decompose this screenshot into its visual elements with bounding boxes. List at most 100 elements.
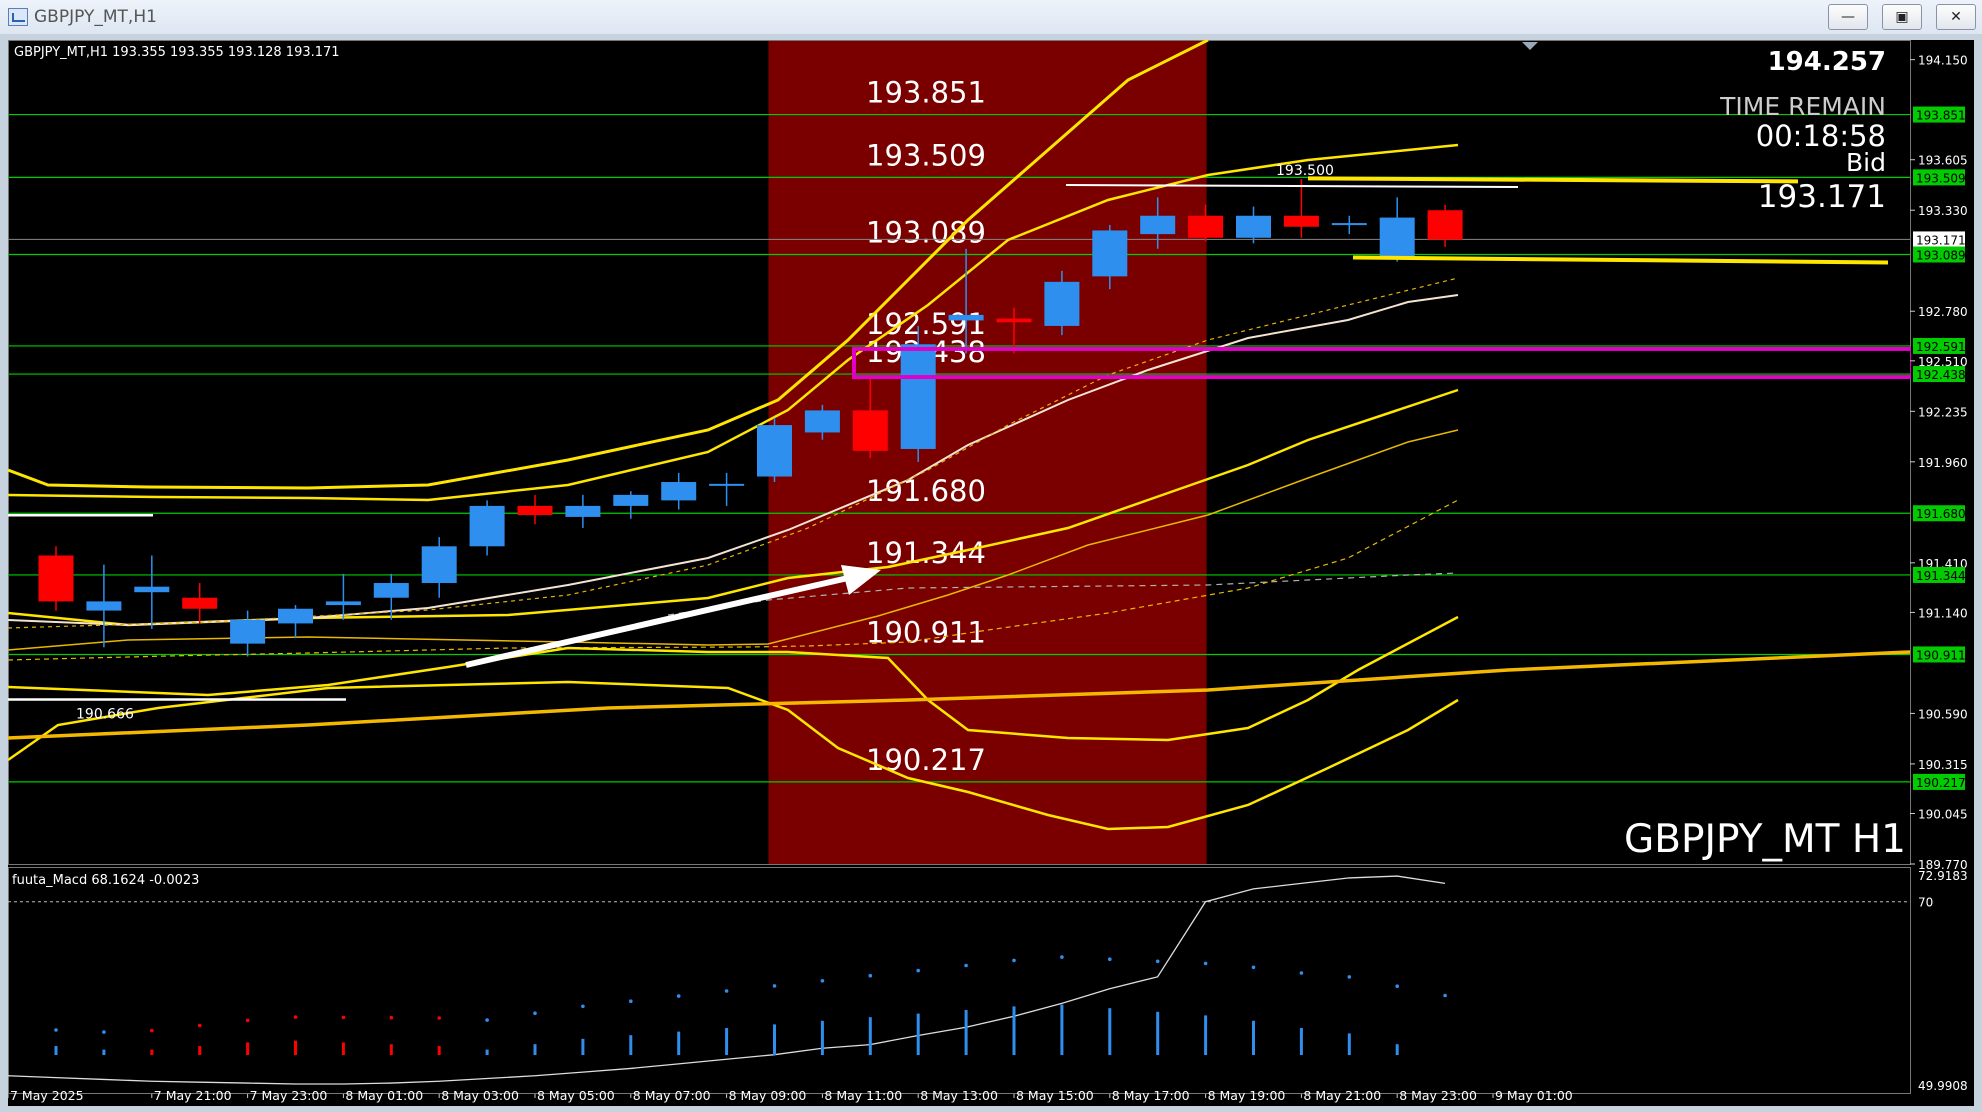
last-price-large: 194.257 — [1768, 47, 1886, 77]
macd-dot — [389, 1015, 394, 1020]
candle-bull — [661, 482, 697, 501]
macd-dot — [916, 968, 920, 973]
x-tick-label: 8 May 19:00 — [1208, 1088, 1286, 1103]
candle-bear — [38, 555, 74, 602]
price-chart[interactable]: 193.851 193.509 193.089 192.591 192.438 191.6… — [7, 38, 1974, 1106]
candle-bull — [1092, 230, 1128, 277]
y-tick-label: 190.315 — [1918, 758, 1968, 772]
x-tick-label: 8 May 09:00 — [729, 1088, 807, 1103]
candle-bear — [1283, 215, 1319, 227]
candle-bear — [182, 597, 218, 609]
macd-dot — [964, 963, 968, 968]
macd-dot — [1203, 961, 1208, 966]
chart-header-info: GBPJPY_MT,H1 193.355 193.355 193.128 193… — [14, 45, 340, 60]
window-titlebar: GBPJPY_MT,H1 — ▣ ✕ — [0, 0, 1982, 35]
middle-band-thin — [7, 429, 1459, 651]
time-remain-label: TIME REMAIN — [1719, 92, 1886, 121]
macd-dot — [629, 999, 633, 1003]
x-tick-label: 8 May 23:00 — [1399, 1088, 1477, 1103]
macd-dot — [1347, 975, 1352, 979]
level-label: 191.680 — [866, 474, 986, 508]
macd-scale-label: 70 — [1918, 896, 1933, 910]
macd-dot — [1060, 955, 1064, 959]
candle-bull — [900, 344, 936, 449]
y-tick-label: 193.605 — [1918, 154, 1968, 168]
level-price-tag-text: 190.911 — [1916, 648, 1966, 662]
x-tick-label: 8 May 13:00 — [920, 1088, 998, 1103]
macd-dot — [150, 1028, 154, 1033]
macd-dot — [724, 989, 729, 993]
candle-bull — [1044, 281, 1080, 326]
candle-bull — [804, 410, 840, 433]
level-price-tag-text: 190.217 — [1916, 776, 1966, 790]
level-price-tag-text: 191.344 — [1916, 569, 1966, 583]
chart-window-icon — [8, 8, 28, 26]
chart-area[interactable]: 193.851 193.509 193.089 192.591 192.438 191.6… — [7, 38, 1974, 1106]
level-price-tag-text: 193.851 — [1916, 109, 1966, 123]
x-tick-label: 8 May 07:00 — [633, 1088, 711, 1103]
candle-bear — [517, 505, 553, 516]
candle-bull — [278, 608, 313, 624]
y-tick-label: 192.235 — [1918, 405, 1968, 419]
candle-bull — [948, 314, 984, 321]
level-price-tag-text: 193.509 — [1916, 171, 1966, 185]
x-tick-label: 8 May 01:00 — [345, 1088, 423, 1103]
level-price-tag-text: 191.680 — [1916, 507, 1966, 521]
shift-marker-icon — [1522, 42, 1538, 50]
macd-dot — [1251, 965, 1256, 970]
macd-header: fuuta_Macd 68.1624 -0.0023 — [12, 873, 199, 888]
y-tick-label: 191.960 — [1918, 456, 1968, 470]
candle-bull — [613, 494, 649, 506]
minimize-button[interactable]: — — [1828, 4, 1868, 30]
x-tick-label: 9 May 01:00 — [1495, 1088, 1573, 1103]
macd-dot — [54, 1028, 58, 1032]
candle-bull — [1236, 215, 1271, 238]
x-tick-label: 7 May 2025 — [10, 1088, 84, 1103]
macd-dot — [772, 984, 777, 988]
x-tick-label: 8 May 05:00 — [537, 1088, 615, 1103]
level-price-tag-text: 192.591 — [1916, 340, 1966, 354]
macd-dot — [1012, 958, 1016, 963]
candle-bear — [852, 410, 888, 451]
candle-bull — [1379, 217, 1415, 257]
macd-dot — [1299, 971, 1304, 975]
candle-bear — [1427, 210, 1463, 240]
candle-bull — [1331, 223, 1367, 226]
middle-band-dashed — [7, 499, 1459, 661]
y-tick-label: 190.045 — [1918, 807, 1968, 821]
candle-bear — [1188, 215, 1224, 238]
macd-dot — [245, 1018, 250, 1023]
macd-dot — [293, 1015, 298, 1019]
low-marker-label: 190.666 — [76, 706, 134, 722]
macd-dot — [1155, 959, 1160, 964]
macd-dot — [102, 1030, 106, 1034]
candle-bull — [709, 483, 745, 486]
y-tick-label: 190.590 — [1918, 707, 1968, 721]
macd-dot — [1395, 984, 1399, 988]
window-title: GBPJPY_MT,H1 — [34, 7, 157, 27]
y-tick-label: 194.150 — [1918, 54, 1968, 68]
x-tick-label: 7 May 23:00 — [250, 1088, 328, 1103]
y-tick-label: 192.780 — [1918, 305, 1968, 319]
level-label: 190.911 — [866, 615, 986, 649]
candle-bull — [86, 601, 122, 611]
macd-dot — [437, 1016, 442, 1020]
symbol-timeframe-label: GBPJPY_MT H1 — [1624, 817, 1906, 862]
candle-bull — [325, 601, 361, 606]
macd-dot — [820, 979, 825, 983]
maximize-button[interactable]: ▣ — [1882, 4, 1922, 30]
macd-scale-label: 49.9908 — [1918, 1079, 1968, 1093]
bid-label: Bid — [1846, 148, 1886, 177]
current-price-tag-text: 193.171 — [1916, 233, 1966, 247]
x-tick-label: 8 May 11:00 — [824, 1088, 902, 1103]
candle-bull — [757, 425, 792, 477]
macd-dot — [676, 994, 681, 998]
close-button[interactable]: ✕ — [1936, 4, 1976, 30]
candle-bull — [565, 505, 601, 517]
macd-dot — [581, 1004, 585, 1009]
x-tick-label: 8 May 21:00 — [1303, 1088, 1381, 1103]
lower-band-inner — [7, 615, 1459, 742]
macd-dot — [1443, 993, 1447, 998]
macd-dot — [197, 1023, 202, 1028]
resistance-line — [1307, 176, 1799, 184]
